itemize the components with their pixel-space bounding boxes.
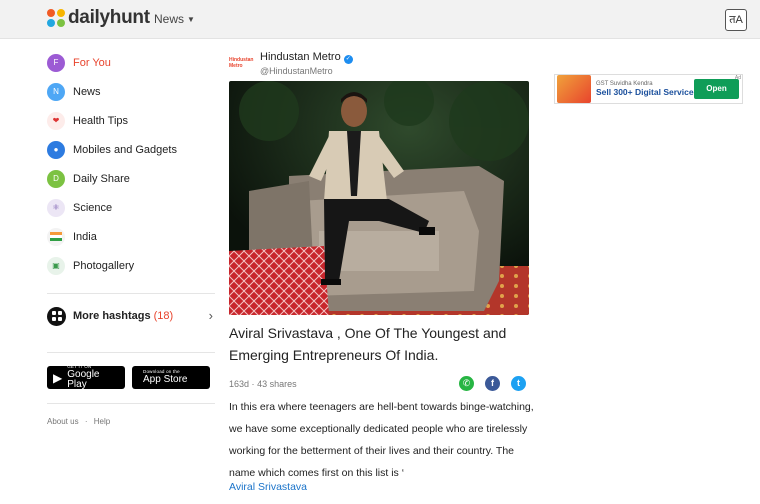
sidebar-item-health-tips[interactable]: ❤ Health Tips [47, 106, 217, 135]
sidebar-item-label: Daily Share [73, 172, 130, 185]
google-play-big-text: Google Play [67, 368, 100, 390]
top-header: dailyhunt News ▼ तA [0, 0, 760, 39]
article-headline[interactable]: Aviral Srivastava , One Of The Youngest … [229, 322, 529, 366]
news-nav-dropdown[interactable]: News ▼ [154, 12, 195, 26]
sidebar-item-label: Mobiles and Gadgets [73, 143, 177, 156]
science-atom-icon: ⚛ [47, 198, 65, 217]
article-meta: 163d · 43 shares [229, 379, 297, 389]
sidebar-divider [47, 293, 215, 294]
news-icon: N [47, 82, 65, 101]
sidebar-item-news[interactable]: N News [47, 77, 217, 106]
sidebar: F For You N News ❤ Health Tips ● Mobiles… [47, 48, 217, 280]
logo-text: dailyhunt [68, 7, 150, 28]
sidebar-item-india[interactable]: India [47, 222, 217, 251]
logo-mark-icon [47, 9, 65, 27]
hashtags-count: (18) [153, 310, 174, 322]
sidebar-item-label: For You [73, 56, 111, 69]
ad-badge: Ad [734, 75, 741, 81]
twitter-share-icon[interactable]: t [511, 376, 526, 391]
photo-gallery-icon: ▣ [47, 256, 65, 275]
news-nav-label: News [154, 12, 185, 26]
google-play-button[interactable]: ▶ GET IT ON Google Play [47, 365, 125, 390]
facebook-share-icon[interactable]: f [485, 376, 500, 391]
hashtags-grid-icon [47, 306, 66, 326]
translate-icon[interactable]: तA [725, 9, 747, 31]
article-photo[interactable] [229, 81, 529, 315]
sidebar-item-daily-share[interactable]: D Daily Share [47, 164, 217, 193]
india-flag-icon [47, 227, 65, 246]
ad-open-button[interactable]: Open [694, 79, 739, 99]
publisher-handle: @HindustanMetro [260, 66, 333, 76]
chevron-right-icon: › [208, 308, 213, 323]
sidebar-item-mobiles-and-gadgets[interactable]: ● Mobiles and Gadgets [47, 135, 217, 164]
app-store-big-text: App Store [143, 373, 188, 385]
footer-separator: · [84, 417, 88, 426]
verified-badge-icon: ✓ [343, 55, 353, 64]
health-icon: ❤ [47, 111, 65, 130]
article-shares: 43 shares [257, 379, 297, 389]
daily-share-icon: D [47, 169, 65, 188]
help-link[interactable]: Help [94, 417, 110, 426]
article-age: 163d [229, 379, 250, 389]
sidebar-item-label: Photogallery [73, 259, 135, 272]
more-hashtags-button[interactable]: More hashtags (18) › [47, 306, 213, 326]
publisher-name: Hindustan Metro [260, 51, 341, 63]
sidebar-item-science[interactable]: ⚛ Science [47, 193, 217, 222]
ad-big-text: Sell 300+ Digital Services [596, 86, 699, 97]
sidebar-divider [47, 403, 215, 404]
publisher-header[interactable]: Hindustan Metro Hindustan Metro ✓ @Hindus… [229, 51, 353, 76]
meta-separator: · [251, 379, 255, 389]
sidebar-divider [47, 352, 215, 353]
google-play-icon: ▶ [53, 370, 63, 385]
app-store-button[interactable]: Download on the App Store [132, 366, 210, 389]
whatsapp-share-icon[interactable]: ✆ [459, 376, 474, 391]
more-hashtags-label: More hashtags [73, 310, 151, 322]
sidebar-item-label: India [73, 230, 97, 243]
sidebar-item-label: Health Tips [73, 114, 129, 127]
mobile-gadgets-icon: ● [47, 140, 65, 159]
ad-image [557, 75, 591, 103]
ad-banner[interactable]: GST Suvidha Kendra Sell 300+ Digital Ser… [554, 74, 743, 104]
footer-links: About us · Help [47, 417, 114, 426]
dailyhunt-logo[interactable]: dailyhunt [47, 7, 150, 29]
article-link[interactable]: Aviral Srivastava [229, 481, 307, 493]
sidebar-item-label: News [73, 85, 101, 98]
about-us-link[interactable]: About us [47, 417, 79, 426]
sidebar-item-for-you[interactable]: F For You [47, 48, 217, 77]
sidebar-item-label: Science [73, 201, 113, 214]
sidebar-item-photogallery[interactable]: ▣ Photogallery [47, 251, 217, 280]
chevron-down-icon: ▼ [187, 15, 195, 24]
article-body: In this era where teenagers are hell-ben… [229, 401, 534, 479]
publisher-logo: Hindustan Metro [229, 57, 254, 69]
for-you-icon: F [47, 53, 65, 72]
